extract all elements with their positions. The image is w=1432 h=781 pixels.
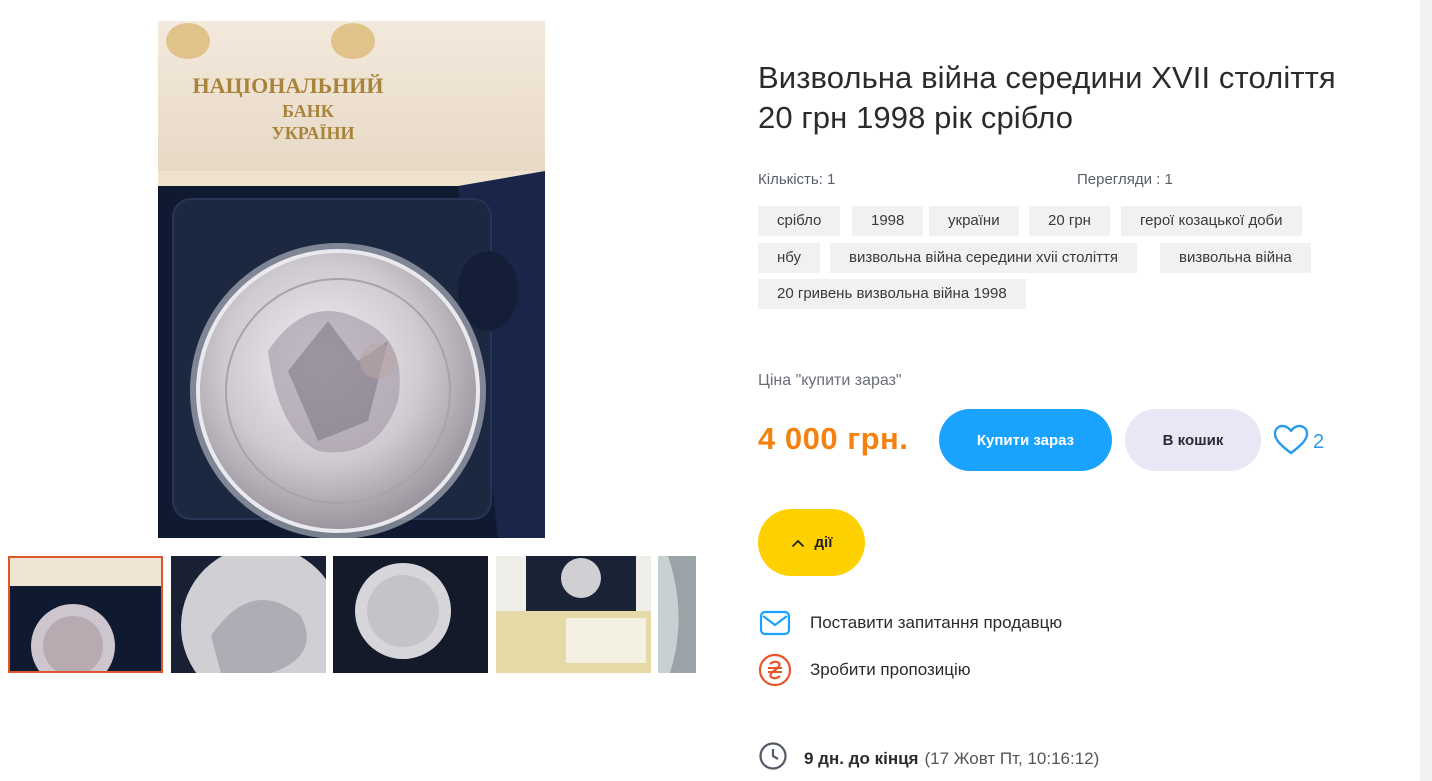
thumbnail-image: [658, 556, 696, 673]
page-scroll-edge: [1420, 0, 1432, 781]
tag-item[interactable]: 20 гривень визвольна війна 1998: [758, 279, 1026, 309]
ask-seller-link[interactable]: Поставити запитання продавцю: [758, 606, 1062, 640]
make-offer-link[interactable]: Зробити пропозицію: [758, 653, 971, 687]
tag-item[interactable]: визвольна війна середини xvii століття: [830, 243, 1138, 273]
end-date: (17 Жовт Пт, 10:16:12): [924, 748, 1100, 768]
thumbnail-image: [333, 556, 488, 673]
title-line-2: 20 грн 1998 рік срібло: [758, 100, 1074, 135]
chevron-up-icon: [791, 535, 805, 551]
actions-button[interactable]: дії: [758, 509, 865, 576]
auction-end-timer: 9 дн. до кінця (17 Жовт Пт, 10:16:12): [758, 741, 1099, 776]
box-text-line3: УКРАЇНИ: [272, 123, 355, 143]
quantity-label: Кількість: 1: [758, 171, 836, 188]
box-text-line1: НАЦІОНАЛЬНИЙ: [192, 73, 383, 98]
thumbnail-1[interactable]: [8, 556, 163, 673]
tag-item[interactable]: герої козацької доби: [1121, 206, 1302, 236]
box-text-line2: БАНК: [282, 101, 334, 121]
tag-item[interactable]: 1998: [852, 206, 924, 236]
actions-label: дії: [814, 534, 833, 551]
buy-now-button[interactable]: Купити зараз: [939, 409, 1112, 471]
end-time-text: 9 дн. до кінця (17 Жовт Пт, 10:16:12): [804, 749, 1099, 769]
hryvnia-icon: [758, 653, 792, 687]
add-to-cart-label: В кошик: [1162, 431, 1224, 449]
tag-item[interactable]: нбу: [758, 243, 821, 273]
tag-item[interactable]: срібло: [758, 206, 841, 236]
time-remaining: 9 дн. до кінця: [804, 748, 919, 768]
favorite-button[interactable]: 2: [1273, 424, 1324, 461]
title-line-1: Визвольна війна середини XVII століття: [758, 60, 1336, 95]
product-title: Визвольна війна середини XVII століття 2…: [758, 58, 1398, 138]
thumbnail-strip: [8, 556, 696, 673]
ask-seller-label: Поставити запитання продавцю: [810, 613, 1063, 632]
tag-item[interactable]: україни: [929, 206, 1019, 236]
thumbnail-5[interactable]: [658, 556, 696, 673]
main-product-photo[interactable]: НАЦІОНАЛЬНИЙ БАНК УКРАЇНИ: [158, 21, 545, 538]
add-to-cart-button[interactable]: В кошик: [1125, 409, 1261, 471]
price-label: Ціна "купити зараз": [758, 372, 902, 389]
thumbnail-image: [171, 556, 326, 673]
tag-item[interactable]: 20 грн: [1029, 206, 1110, 236]
coin-box-image: НАЦІОНАЛЬНИЙ БАНК УКРАЇНИ: [158, 21, 545, 538]
views-label: Перегляди : 1: [1077, 171, 1173, 188]
make-offer-label: Зробити пропозицію: [810, 660, 971, 679]
price-value: 4 000 грн.: [758, 421, 909, 456]
favorites-count: 2: [1313, 431, 1325, 453]
heart-icon: [1273, 424, 1309, 461]
mail-icon: [758, 606, 792, 640]
thumbnail-image: [8, 556, 163, 673]
thumbnail-image: [496, 556, 651, 673]
thumbnail-3[interactable]: [333, 556, 488, 673]
thumbnail-2[interactable]: [171, 556, 326, 673]
thumbnail-4[interactable]: [496, 556, 651, 673]
buy-now-label: Купити зараз: [976, 431, 1075, 449]
tag-item[interactable]: визвольна війна: [1160, 243, 1311, 273]
clock-icon: [758, 741, 788, 776]
